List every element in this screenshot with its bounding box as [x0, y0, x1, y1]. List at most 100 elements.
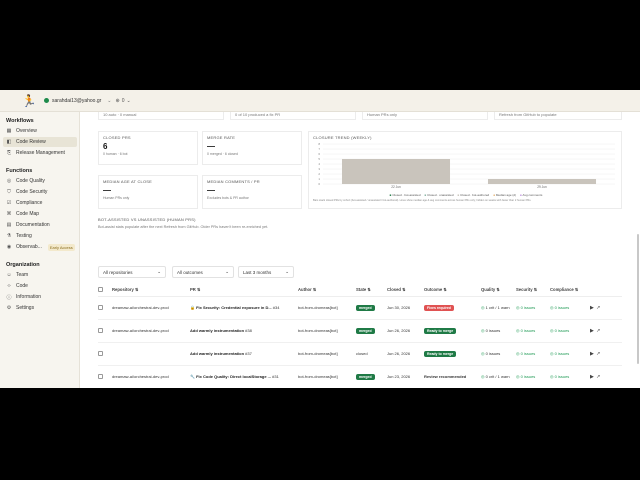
- sidebar-item-compliance[interactable]: ☑ Compliance: [3, 198, 77, 208]
- table-row[interactable]: dreamaw-ai/orchestrai-dev-prod 🔒 Fix Sec…: [98, 296, 622, 320]
- outcome-badge: Fixes required: [424, 304, 454, 311]
- sidebar-item-label: Team: [16, 272, 29, 278]
- compliance-icon: ☑: [6, 200, 12, 206]
- status-dot-icon: ◎: [550, 374, 554, 379]
- external-link-icon[interactable]: ↗: [596, 374, 600, 380]
- pr-number: #31: [272, 374, 279, 379]
- status-dot-icon: ◎: [516, 374, 520, 379]
- card-value: —: [103, 186, 111, 195]
- quality-cell: ◎ 1 crit / 1 warn: [481, 296, 516, 320]
- user-menu[interactable]: sarahdai13@yahoo.gr ⌄: [44, 98, 111, 104]
- legend-item[interactable]: ● Avg comments: [520, 193, 542, 197]
- outcome-filter[interactable]: All outcomes ⌄: [172, 266, 234, 278]
- compliance-value: 0 issues: [554, 328, 570, 333]
- table-row[interactable]: Add warmly instrumentation #37 bot-from-…: [98, 342, 622, 366]
- header-state[interactable]: State ⇅: [356, 284, 387, 297]
- state-badge: merged: [356, 373, 375, 380]
- header-outcome[interactable]: Outcome ⇅: [424, 284, 481, 297]
- actions-cell: ▶ ↗: [590, 365, 622, 388]
- docs-icon: ▤: [6, 222, 12, 228]
- legend-item[interactable]: ■ Closed · bot-authored: [458, 193, 490, 197]
- select-all-header[interactable]: [98, 284, 112, 297]
- card-value: —: [207, 142, 215, 151]
- sidebar-item-label: Overview: [16, 128, 37, 134]
- pr-title[interactable]: Add warmly instrumentation: [190, 328, 244, 333]
- legend-item[interactable]: ■ Closed · bot-assisted: [390, 193, 421, 197]
- time-range-filter[interactable]: Last 3 months ⌄: [238, 266, 294, 278]
- pr-title[interactable]: Add warmly instrumentation: [190, 351, 244, 356]
- pr-title[interactable]: 🔒 Fix Security: Credential exposure in D…: [190, 305, 272, 310]
- pr-cell[interactable]: 🔒 Fix Security: Credential exposure in D…: [190, 296, 298, 320]
- y-tick-label: 4: [318, 162, 320, 166]
- pr-cell[interactable]: Add warmly instrumentation #38: [190, 319, 298, 343]
- chevron-down-icon: ⌄: [157, 269, 161, 274]
- sidebar-item-overview[interactable]: ▦ Overview: [3, 126, 77, 136]
- row-select-cell[interactable]: [98, 342, 112, 366]
- play-icon[interactable]: ▶: [590, 305, 594, 311]
- sidebar-item-release-management[interactable]: ⎘ Release Management: [3, 148, 77, 158]
- header-closed[interactable]: Closed ⇅: [387, 284, 424, 297]
- external-link-icon[interactable]: ↗: [596, 351, 600, 357]
- play-icon[interactable]: ▶: [590, 374, 594, 380]
- header-label: PR: [190, 287, 196, 293]
- header-repository[interactable]: Repository ⇅: [112, 284, 190, 297]
- scrollbar[interactable]: [637, 234, 639, 364]
- row-checkbox[interactable]: [98, 373, 103, 379]
- review-icon: ◧: [6, 139, 12, 145]
- header-compliance[interactable]: Compliance ⇅: [550, 284, 590, 297]
- row-checkbox[interactable]: [98, 304, 103, 310]
- sidebar-item-code-quality[interactable]: ◎ Code Quality: [3, 176, 77, 186]
- pr-cell[interactable]: Add warmly instrumentation #37: [190, 342, 298, 366]
- legend-label: Avg comments: [522, 193, 543, 197]
- header-pr[interactable]: PR ⇅: [190, 284, 298, 297]
- select-all-checkbox[interactable]: [98, 286, 103, 292]
- row-checkbox[interactable]: [98, 350, 103, 356]
- sidebar-item-code-map[interactable]: ⌘ Code Map: [3, 209, 77, 219]
- sidebar-item-information[interactable]: ⓘ Information: [3, 292, 77, 302]
- sidebar-item-label: Code Security: [16, 189, 48, 195]
- runner-logo-icon[interactable]: 🏃: [22, 94, 37, 108]
- play-icon[interactable]: ▶: [590, 328, 594, 334]
- table-row[interactable]: dreamaw-ai/orchestrai-dev-prod 🔧 Fix Cod…: [98, 365, 622, 388]
- repository-filter[interactable]: All repositories ⌄: [98, 266, 166, 278]
- row-select-cell[interactable]: [98, 319, 112, 343]
- card-sub: 0 merged · 6 closed: [207, 152, 238, 156]
- bar[interactable]: [487, 179, 597, 184]
- pr-number: #34: [272, 305, 280, 310]
- sidebar: Workflows ▦ Overview ◧ Code Review ⎘ Releas…: [0, 112, 80, 388]
- author-cell: bot-from-dromeas[bot]: [298, 319, 356, 343]
- pr-title[interactable]: 🔧 Fix Code Quality: Direct localStorage …: [190, 374, 271, 379]
- sidebar-item-observability[interactable]: ◉ Observab... Early Access: [3, 242, 77, 252]
- org-switcher[interactable]: ⊕ 0 ⌄: [115, 98, 130, 104]
- legend-item[interactable]: ● Median age (d): [493, 193, 516, 197]
- status-dot-icon: ◎: [516, 305, 520, 310]
- header-label: Author: [298, 287, 312, 293]
- row-select-cell[interactable]: [98, 296, 112, 320]
- bar[interactable]: [341, 159, 451, 184]
- sidebar-item-team[interactable]: ☺ Team: [3, 270, 77, 280]
- external-link-icon[interactable]: ↗: [596, 305, 600, 311]
- table-row[interactable]: dreamaw-ai/orchestrai-dev-prod Add warml…: [98, 319, 622, 343]
- globe-icon: ⊕: [115, 97, 120, 104]
- strip-text: Human PRs only: [367, 112, 398, 117]
- sidebar-item-code-review[interactable]: ◧ Code Review: [3, 137, 77, 147]
- filter-label: Last 3 months: [243, 269, 272, 275]
- card-sub: 0 human · 6 bot: [103, 152, 128, 156]
- header-security[interactable]: Security ⇅: [516, 284, 550, 297]
- sidebar-item-label: Documentation: [16, 222, 50, 228]
- external-link-icon[interactable]: ↗: [596, 328, 600, 334]
- y-tick-label: 1: [318, 177, 320, 181]
- sidebar-item-code-security[interactable]: ⛉ Code Security: [3, 187, 77, 197]
- sidebar-item-documentation[interactable]: ▤ Documentation: [3, 220, 77, 230]
- header-author[interactable]: Author ⇅: [298, 284, 356, 297]
- play-icon[interactable]: ▶: [590, 351, 594, 357]
- pr-cell[interactable]: 🔧 Fix Code Quality: Direct localStorage …: [190, 365, 298, 388]
- status-dot-icon: ◎: [550, 351, 554, 356]
- row-checkbox[interactable]: [98, 327, 103, 333]
- sidebar-item-testing[interactable]: ⚗ Testing: [3, 231, 77, 241]
- sidebar-item-settings[interactable]: ⚙ Settings: [3, 303, 77, 313]
- legend-item[interactable]: ■ Closed · unassisted: [425, 193, 454, 197]
- header-quality[interactable]: Quality ⇅: [481, 284, 516, 297]
- row-select-cell[interactable]: [98, 365, 112, 388]
- sidebar-item-code[interactable]: ‹› Code: [3, 281, 77, 291]
